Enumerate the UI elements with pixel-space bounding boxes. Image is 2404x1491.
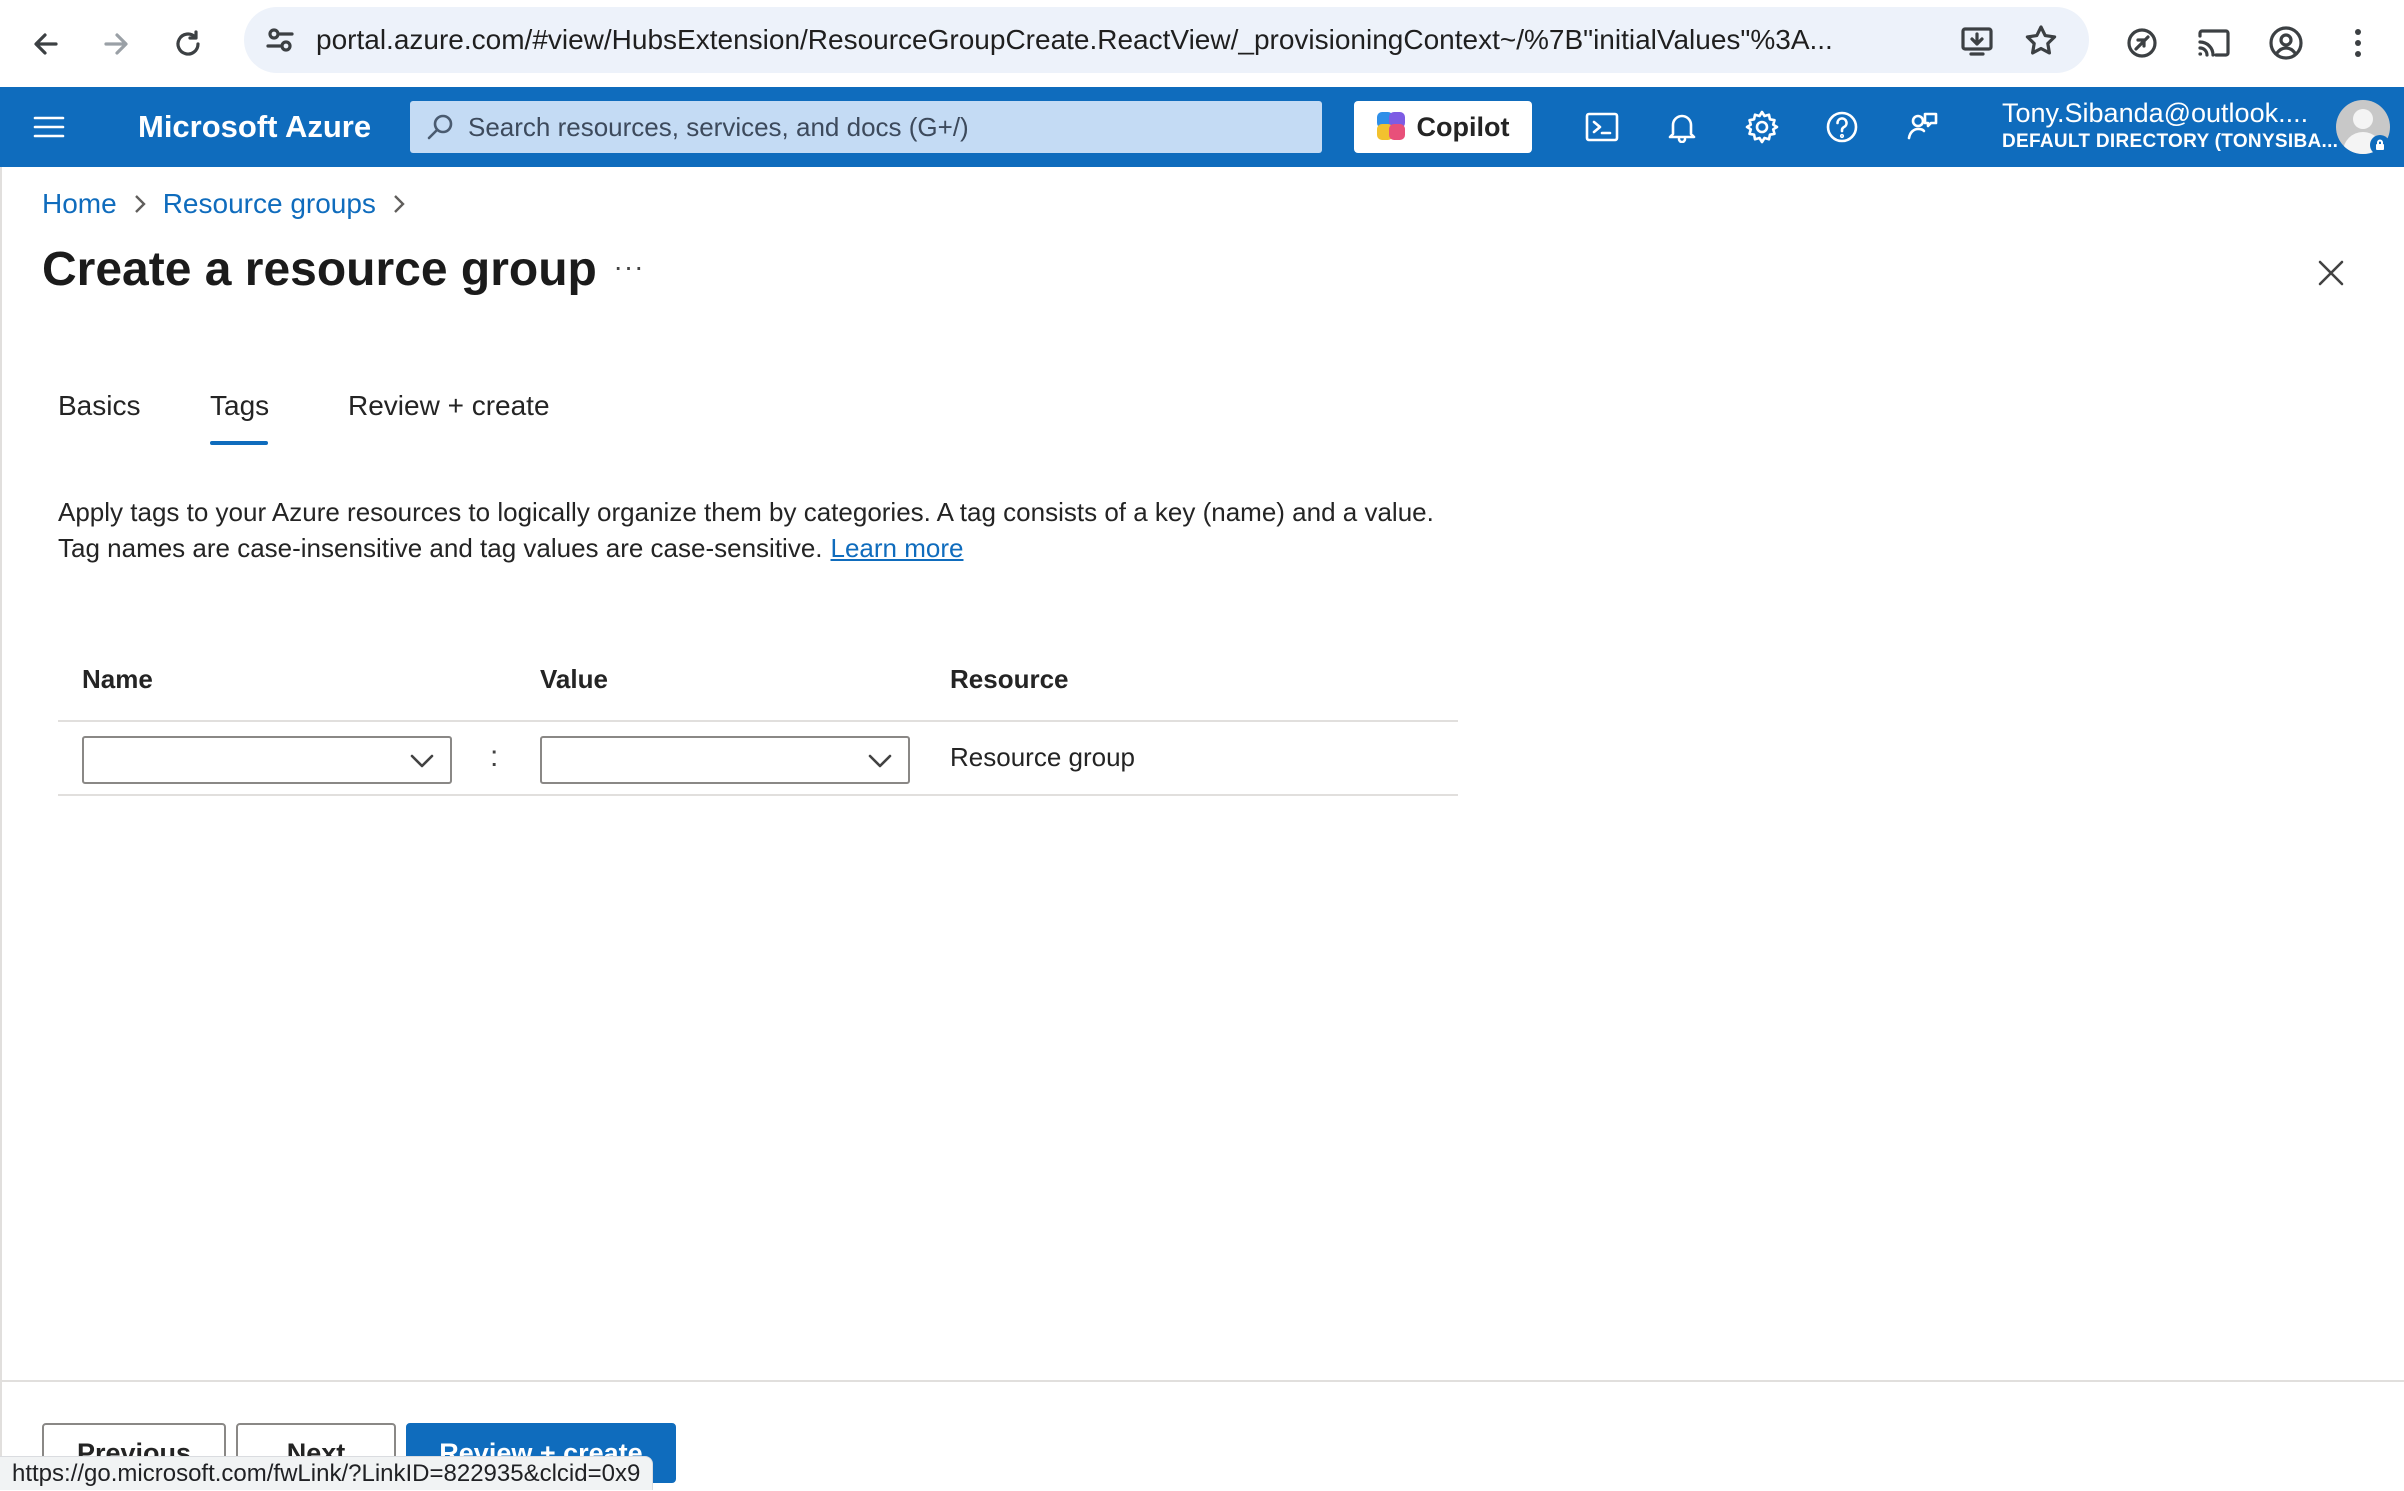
more-options-button[interactable]: ···: [608, 252, 650, 288]
help-icon[interactable]: [1818, 103, 1866, 151]
feedback-icon[interactable]: [1898, 103, 1946, 151]
chevron-down-icon: [866, 748, 894, 772]
tag-resource-cell: Resource group: [950, 742, 1135, 772]
column-header-name: Name: [82, 664, 153, 694]
breadcrumb-resource-groups[interactable]: Resource groups: [163, 188, 376, 220]
footer-divider: [0, 1380, 2404, 1382]
lock-icon: [2370, 135, 2390, 155]
tab-tags[interactable]: Tags: [210, 386, 269, 426]
account-menu[interactable]: Tony.Sibanda@outlook.... DEFAULT DIRECTO…: [2002, 97, 2339, 157]
chevron-right-icon: [392, 193, 406, 215]
install-app-icon[interactable]: [1956, 20, 1998, 62]
blade-left-border: [0, 167, 2, 1490]
profile-icon[interactable]: [2260, 17, 2312, 69]
table-row-divider: [58, 794, 1458, 796]
tag-value-combobox[interactable]: [540, 736, 910, 784]
link-status-bar: https://go.microsoft.com/fwLink/?LinkID=…: [0, 1456, 654, 1490]
tag-name-combobox[interactable]: [82, 736, 452, 784]
chevron-down-icon: [408, 748, 436, 772]
description-line-2: Tag names are case-insensitive and tag v…: [58, 533, 823, 563]
copilot-label: Copilot: [1416, 111, 1510, 142]
account-name: Tony.Sibanda@outlook....: [2002, 98, 2309, 128]
address-bar[interactable]: portal.azure.com/#view/HubsExtension/Res…: [244, 7, 2089, 73]
column-header-resource: Resource: [950, 664, 1069, 694]
azure-brand[interactable]: Microsoft Azure: [138, 87, 371, 167]
cast-icon[interactable]: [2188, 17, 2240, 69]
url-text[interactable]: portal.azure.com/#view/HubsExtension/Res…: [316, 7, 1996, 73]
page-title: Create a resource group: [42, 243, 597, 296]
tags-description: Apply tags to your Azure resources to lo…: [58, 494, 1558, 566]
back-icon[interactable]: [20, 18, 72, 70]
close-icon[interactable]: [2310, 252, 2352, 294]
notifications-icon[interactable]: [1658, 103, 1706, 151]
learn-more-link[interactable]: Learn more: [831, 533, 964, 563]
account-directory: DEFAULT DIRECTORY (TONYSIBA...: [2002, 131, 2339, 152]
browser-toolbar: portal.azure.com/#view/HubsExtension/Res…: [0, 0, 2404, 87]
extension-leaf-icon[interactable]: [2116, 17, 2168, 69]
global-search[interactable]: [410, 101, 1322, 153]
active-tab-indicator: [210, 441, 268, 445]
table-header-divider: [58, 720, 1458, 722]
breadcrumb: Home Resource groups: [42, 186, 422, 222]
tab-review-create[interactable]: Review + create: [348, 386, 550, 426]
breadcrumb-home[interactable]: Home: [42, 188, 117, 220]
tab-basics[interactable]: Basics: [58, 386, 140, 426]
forward-icon[interactable]: [90, 18, 142, 70]
description-line-1: Apply tags to your Azure resources to lo…: [58, 497, 1434, 527]
copilot-button[interactable]: Copilot: [1354, 101, 1532, 153]
reload-icon[interactable]: [162, 18, 214, 70]
portal-menu-icon[interactable]: [26, 105, 72, 149]
chevron-right-icon: [133, 193, 147, 215]
copilot-icon: [1376, 112, 1407, 142]
bookmark-star-icon[interactable]: [2020, 20, 2062, 62]
browser-menu-icon[interactable]: [2332, 17, 2384, 69]
site-settings-icon[interactable]: [260, 20, 300, 60]
tag-separator: :: [490, 740, 499, 773]
search-icon: [424, 111, 456, 143]
column-header-value: Value: [540, 664, 608, 694]
azure-top-bar: Microsoft Azure Copilot Tony.Sibanda@out…: [0, 87, 2404, 167]
cloud-shell-icon[interactable]: [1578, 103, 1626, 151]
settings-gear-icon[interactable]: [1738, 103, 1786, 151]
search-input[interactable]: [468, 101, 1308, 153]
